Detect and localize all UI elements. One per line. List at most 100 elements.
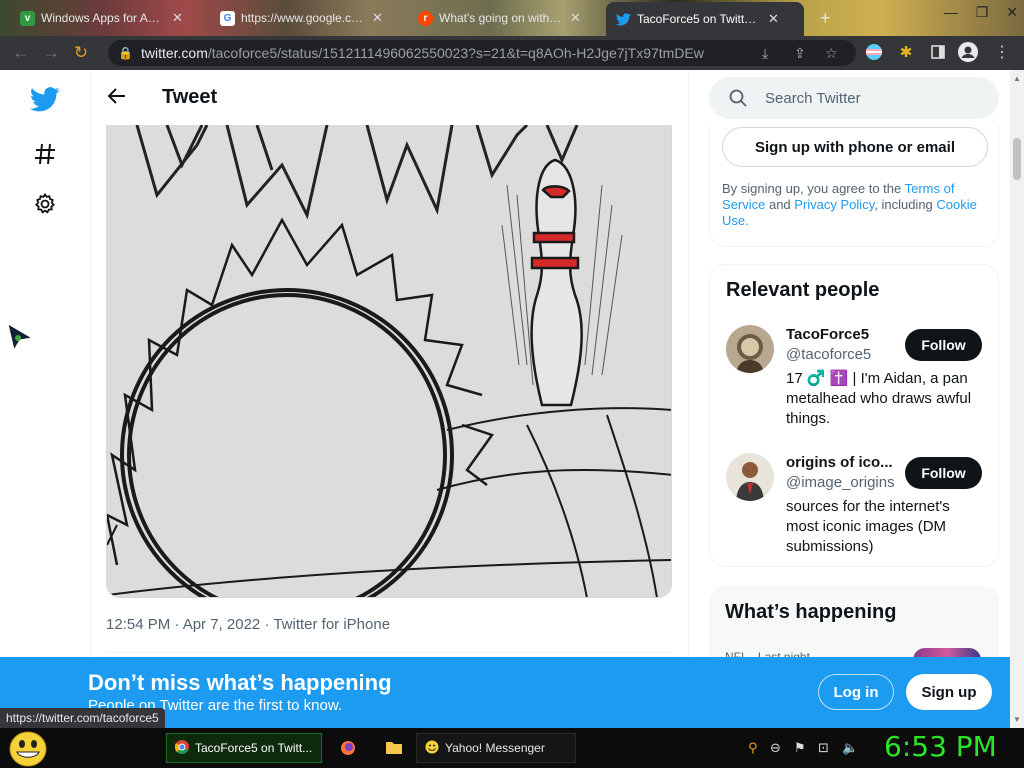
tweet-image[interactable]: [106, 125, 672, 598]
whats-happening-title: What’s happening: [725, 601, 897, 623]
close-icon[interactable]: ✕: [570, 10, 581, 26]
start-smiley-icon[interactable]: [8, 731, 48, 772]
search-icon: [729, 89, 747, 107]
person-handle[interactable]: @image_origins: [786, 474, 895, 491]
signup-phone-email-button[interactable]: Sign up with phone or email: [722, 127, 988, 167]
tab-title: Windows Apps for Ama...: [41, 11, 166, 25]
taskbar: TacoForce5 on Twitt... Yahoo! Messenger …: [0, 728, 1024, 768]
banner-title: Don’t miss what’s happening: [88, 670, 392, 695]
mouse-cursor-icon: [6, 322, 34, 355]
search-tray-icon[interactable]: ⚲: [748, 740, 758, 756]
taskbar-clock[interactable]: 6:53 PM: [884, 730, 997, 763]
close-icon[interactable]: ✕: [172, 10, 183, 26]
bookmark-star-icon[interactable]: ☆: [825, 45, 838, 62]
twitter-page: Tweet 12:54 PM · Apr 7, 2022 · Twitter f…: [0, 70, 1010, 728]
flag-tray-icon[interactable]: ⚑: [794, 740, 806, 756]
page-title: Tweet: [162, 86, 218, 108]
settings-gear-icon[interactable]: [30, 189, 60, 219]
window-controls: — ❐ ✕: [944, 4, 1018, 21]
person-item[interactable]: TacoForce5 @tacoforce5 Follow 17 ♂️ ✝️ |…: [726, 325, 986, 435]
tab-title: What's going on with t...: [439, 11, 564, 25]
profile-avatar-icon[interactable]: [958, 42, 978, 62]
forward-arrow-icon[interactable]: →: [36, 38, 66, 68]
tab-reddit[interactable]: r What's going on with t... ✕: [408, 4, 604, 32]
pride-extension-icon[interactable]: [864, 42, 884, 62]
side-panel-icon[interactable]: [928, 42, 948, 62]
signup-button[interactable]: Sign up: [906, 674, 992, 710]
scrollbar-thumb[interactable]: [1013, 138, 1021, 180]
taskbar-item-label: Yahoo! Messenger: [445, 741, 545, 755]
tweet-header: Tweet: [91, 70, 688, 125]
person-bio: sources for the internet's most iconic i…: [786, 498, 950, 555]
back-arrow-icon[interactable]: [105, 84, 129, 108]
twitter-logo-icon[interactable]: [30, 84, 60, 114]
address-bar[interactable]: 🔒 twitter.com/tacoforce5/status/15121114…: [108, 40, 856, 66]
new-tab-label: +: [820, 7, 831, 28]
privacy-link[interactable]: Privacy Policy: [794, 197, 874, 212]
kebab-menu-icon[interactable]: ⋮: [992, 42, 1012, 62]
terms-text: By signing up, you agree to the Terms of…: [722, 181, 984, 229]
maximize-icon[interactable]: ❐: [976, 4, 989, 21]
tab-twitter-active[interactable]: TacoForce5 on Twitter: "@... ✕: [606, 2, 804, 36]
tab-google[interactable]: G https://www.google.com ✕: [210, 4, 406, 32]
folder-icon[interactable]: [386, 740, 402, 759]
follow-button[interactable]: Follow: [905, 457, 982, 489]
column-divider-right: [688, 70, 689, 728]
minimize-icon[interactable]: —: [944, 4, 958, 21]
tweet-timestamp[interactable]: 12:54 PM · Apr 7, 2022 · Twitter for iPh…: [106, 616, 390, 633]
google-g-icon: G: [220, 10, 235, 26]
terms-including: , including: [874, 197, 937, 212]
person-handle[interactable]: @tacoforce5: [786, 346, 871, 363]
url-host: twitter.com: [140, 45, 208, 61]
divider: [106, 652, 672, 653]
install-icon[interactable]: ⤓: [762, 45, 768, 62]
reload-icon[interactable]: ↻: [66, 38, 96, 68]
status-tray-icon[interactable]: ⊖: [770, 740, 781, 756]
scroll-down-arrow-icon[interactable]: ▼: [1013, 715, 1021, 724]
tab-title: https://www.google.com: [241, 11, 366, 25]
browser-tab-strip: v Windows Apps for Ama... ✕ G https://ww…: [0, 0, 1024, 36]
tab-windows-apps[interactable]: v Windows Apps for Ama... ✕: [10, 4, 208, 32]
new-tab-button[interactable]: +: [810, 4, 840, 32]
relevant-people-title: Relevant people: [726, 279, 880, 301]
explore-hashtag-icon[interactable]: [30, 139, 60, 169]
drawing-illustration: [107, 125, 671, 597]
tab-title: TacoForce5 on Twitter: "@...: [637, 12, 762, 26]
network-tray-icon[interactable]: ⊡: [818, 740, 829, 756]
login-button[interactable]: Log in: [818, 674, 894, 710]
scroll-up-arrow-icon[interactable]: ▲: [1013, 74, 1021, 83]
terms-prefix: By signing up, you agree to the: [722, 181, 905, 196]
person-bio: 17 ♂️ ✝️ | I'm Aidan, a pan metalhead wh…: [786, 370, 972, 427]
person-name[interactable]: origins of ico...: [786, 454, 896, 471]
taskbar-chrome-button[interactable]: TacoForce5 on Twitt...: [166, 733, 322, 763]
url-path: /tacoforce5/status/1512111496062550023?s…: [207, 45, 704, 61]
signup-card: Sign up with phone or email By signing u…: [709, 125, 999, 247]
page-scrollbar[interactable]: ▲ ▼: [1010, 70, 1024, 728]
window-close-icon[interactable]: ✕: [1006, 4, 1018, 21]
terms-and: and: [765, 197, 795, 212]
search-input[interactable]: Search Twitter: [709, 77, 999, 119]
avatar[interactable]: [726, 453, 774, 501]
status-bar-url: https://twitter.com/tacoforce5: [0, 708, 165, 728]
person-item[interactable]: origins of ico... @image_origins Follow …: [726, 453, 986, 563]
puzzle-extensions-icon[interactable]: ✱: [896, 42, 916, 62]
firefox-icon[interactable]: [340, 740, 356, 761]
relevant-people-card: Relevant people TacoForce5 @tacoforce5 F…: [709, 264, 999, 567]
volume-tray-icon[interactable]: 🔈: [842, 740, 858, 756]
chrome-icon: [174, 739, 189, 757]
back-arrow-icon[interactable]: ←: [6, 38, 36, 68]
share-icon[interactable]: ⇪: [794, 45, 806, 62]
twitter-bird-icon: [616, 12, 631, 27]
green-square-icon: v: [20, 10, 35, 26]
lock-icon: 🔒: [118, 46, 133, 60]
close-icon[interactable]: ✕: [768, 11, 779, 27]
person-name[interactable]: TacoForce5: [786, 326, 896, 343]
close-icon[interactable]: ✕: [372, 10, 383, 26]
taskbar-yahoo-messenger-button[interactable]: Yahoo! Messenger: [416, 733, 576, 763]
avatar[interactable]: [726, 325, 774, 373]
reddit-icon: r: [418, 10, 433, 26]
follow-button[interactable]: Follow: [905, 329, 982, 361]
search-placeholder: Search Twitter: [765, 89, 861, 107]
column-divider-left: [90, 70, 91, 728]
yahoo-smiley-icon: [425, 740, 439, 757]
